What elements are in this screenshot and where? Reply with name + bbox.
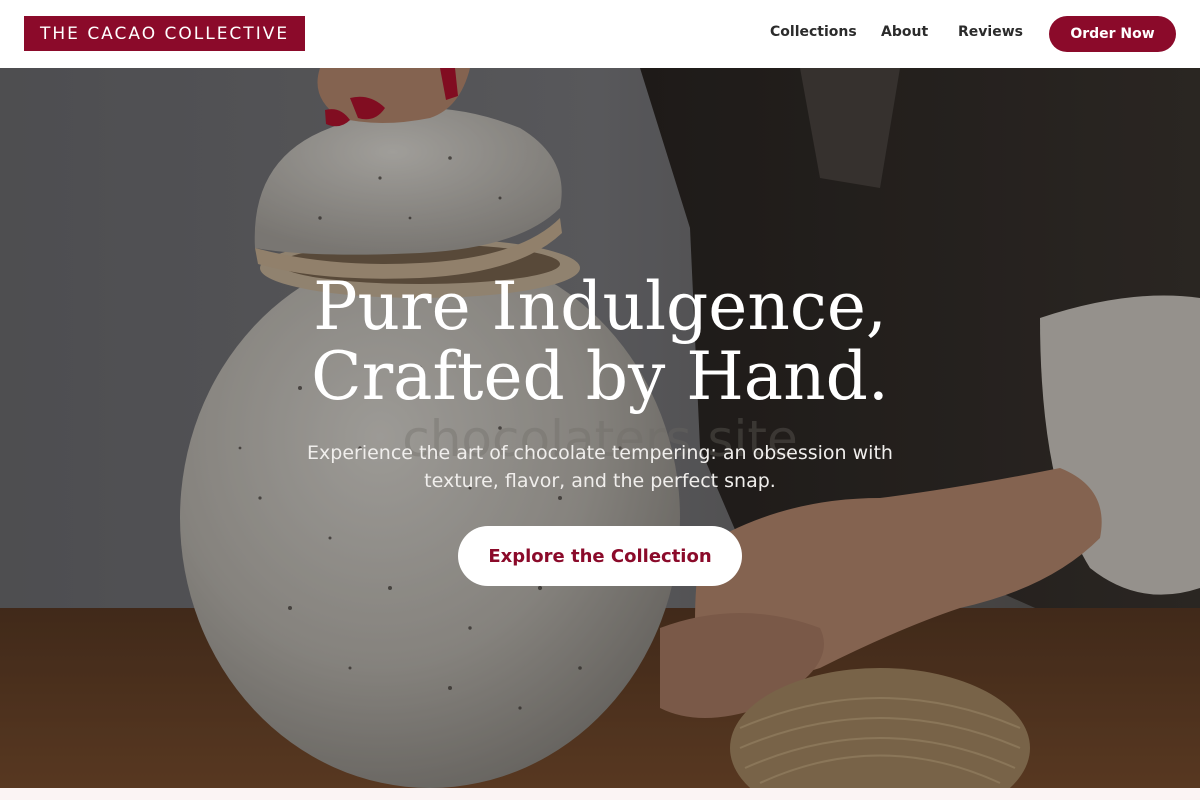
next-section-edge <box>0 788 1200 800</box>
nav-link-collections[interactable]: Collections <box>770 24 857 40</box>
subtext-line-1: Experience the art of chocolate temperin… <box>307 442 893 464</box>
explore-collection-button[interactable]: Explore the Collection <box>458 526 742 586</box>
hero-headline: Pure Indulgence, Crafted by Hand. <box>0 272 1200 412</box>
site-header: THE CACAO COLLECTIVE Collections About R… <box>0 0 1200 68</box>
headline-line-2: Crafted by Hand. <box>311 338 889 415</box>
headline-line-1: Pure Indulgence, <box>313 268 887 345</box>
hero-section: chocolaters site Pure Indulgence, Crafte… <box>0 68 1200 788</box>
nav-link-about[interactable]: About <box>881 24 928 40</box>
hero-subtext: Experience the art of chocolate temperin… <box>0 439 1200 495</box>
subtext-line-2: texture, flavor, and the perfect snap. <box>424 470 776 492</box>
brand-logo[interactable]: THE CACAO COLLECTIVE <box>24 16 306 51</box>
nav-link-reviews[interactable]: Reviews <box>958 24 1023 40</box>
order-now-button[interactable]: Order Now <box>1049 16 1176 52</box>
